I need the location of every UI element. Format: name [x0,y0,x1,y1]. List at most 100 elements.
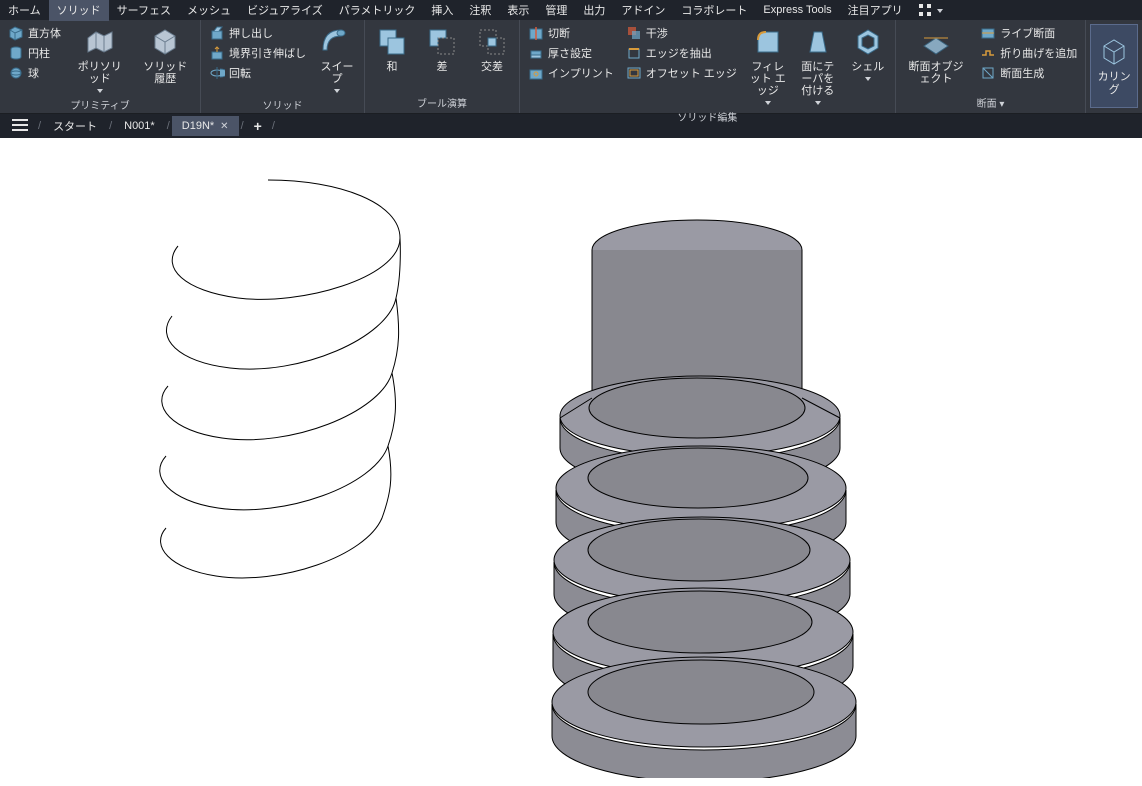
panel-title: ブール演算 [369,93,515,113]
btn-generate-section[interactable]: 断面生成 [976,64,1081,82]
btn-extract-edge[interactable]: エッジを抽出 [622,44,741,62]
tab-addin[interactable]: アドイン [613,0,673,21]
label: カリング [1095,71,1133,95]
btn-section-object[interactable]: 断面オブジェクト [900,24,972,87]
btn-subtract[interactable]: 差 [419,24,465,75]
doc-tab-d19n[interactable]: D19N* ✕ [172,116,239,136]
label: 切断 [548,25,570,41]
presspull-icon [209,45,225,61]
ribbon-tab-strip: ホーム ソリッド サーフェス メッシュ ビジュアライズ パラメトリック 挿入 注… [0,0,1142,20]
chevron-down-icon [97,89,103,93]
label: 面にテーパを付ける [799,61,837,97]
btn-sphere[interactable]: 球 [4,64,65,82]
btn-imprint[interactable]: インプリント [524,64,618,82]
btn-taper-face[interactable]: 面にテーパを付ける [795,24,841,107]
btn-cylinder[interactable]: 円柱 [4,44,65,62]
btn-add-jog[interactable]: 折り曲げを追加 [976,44,1081,62]
chevron-down-icon [765,101,771,105]
chevron-down-icon [865,77,871,81]
polysolid-icon [84,26,116,58]
model-view [0,138,1142,778]
label: ライブ断面 [1000,25,1055,41]
extrude-icon [209,25,225,41]
extract-edge-icon [626,45,642,61]
tab-home[interactable]: ホーム [0,0,49,21]
label: 交差 [481,61,503,73]
separator: / [36,120,43,132]
label: ポリソリッド [73,61,127,85]
tab-manage[interactable]: 管理 [537,0,575,21]
panel-title: ソリッド編集 [524,107,891,127]
tab-express[interactable]: Express Tools [755,1,839,19]
label: 回転 [229,65,251,81]
btn-live-section[interactable]: ライブ断面 [976,24,1081,42]
tab-surface[interactable]: サーフェス [109,0,179,21]
label: スイープ [318,61,356,85]
btn-solid-history[interactable]: ソリッド履歴 [135,24,197,87]
interfere-icon [626,25,642,41]
label: エッジを抽出 [646,45,712,61]
shell-icon [852,26,884,58]
drawing-canvas[interactable] [0,138,1142,778]
tab-parametric[interactable]: パラメトリック [331,0,424,21]
panel-title: プリミティブ [4,95,196,115]
fillet-edge-icon [752,26,784,58]
btn-extrude[interactable]: 押し出し [205,24,310,42]
chevron-down-icon [937,9,943,13]
sphere-icon [8,65,24,81]
tab-view[interactable]: 表示 [499,0,537,21]
workspace-switcher[interactable] [911,2,949,18]
label: 干渉 [646,25,668,41]
btn-union[interactable]: 和 [369,24,415,75]
culling-icon [1098,36,1130,68]
label: シェル [851,61,884,73]
label: 境界引き伸ばし [229,45,306,61]
slice-icon [528,25,544,41]
btn-polyboundary[interactable]: 境界引き伸ばし [205,44,310,62]
panel-title[interactable]: 断面 ▾ [900,93,1081,113]
doc-tab-start[interactable]: スタート [43,114,107,138]
label: 断面生成 [1000,65,1044,81]
btn-thicken[interactable]: 厚さ設定 [524,44,618,62]
btn-polysolid[interactable]: ポリソリッド [69,24,131,95]
tab-collaborate[interactable]: コラボレート [673,0,755,21]
tab-solid[interactable]: ソリッド [49,0,109,21]
box-icon [8,25,24,41]
intersect-icon [476,26,508,58]
subtract-icon [426,26,458,58]
btn-box[interactable]: 直方体 [4,24,65,42]
section-plane-icon [920,26,952,58]
tab-insert[interactable]: 挿入 [423,0,461,21]
tab-annotate[interactable]: 注釈 [461,0,499,21]
thread-solid [552,220,856,778]
generate-section-icon [980,65,996,81]
revolve-icon [209,65,225,81]
label: ソリッド履歴 [139,61,193,85]
btn-sweep[interactable]: スイープ [314,24,360,95]
label: スタート [53,118,97,134]
label: 押し出し [229,25,273,41]
btn-offset-edge[interactable]: オフセット エッジ [622,64,741,82]
btn-shell[interactable]: シェル [845,24,891,83]
file-tabs-menu[interactable] [4,115,36,138]
label: 球 [28,65,39,81]
btn-fillet-edge[interactable]: フィレット エッジ [745,24,791,107]
taper-face-icon [802,26,834,58]
new-tab-button[interactable]: + [246,114,270,138]
sweep-icon [321,26,353,58]
btn-culling[interactable]: カリング [1090,24,1138,108]
jog-icon [980,45,996,61]
label: 厚さ設定 [548,45,592,61]
btn-slice[interactable]: 切断 [524,24,618,42]
history-icon [149,26,181,58]
btn-interfere[interactable]: 干渉 [622,24,741,42]
close-icon[interactable]: ✕ [220,121,228,132]
doc-tab-n001[interactable]: N001* [114,116,165,136]
tab-output[interactable]: 出力 [575,0,613,21]
tab-visualize[interactable]: ビジュアライズ [239,0,331,21]
separator: / [239,120,246,132]
tab-mesh[interactable]: メッシュ [179,0,239,21]
btn-intersect[interactable]: 交差 [469,24,515,75]
btn-revolve[interactable]: 回転 [205,64,310,82]
tab-featured[interactable]: 注目アプリ [840,0,911,21]
